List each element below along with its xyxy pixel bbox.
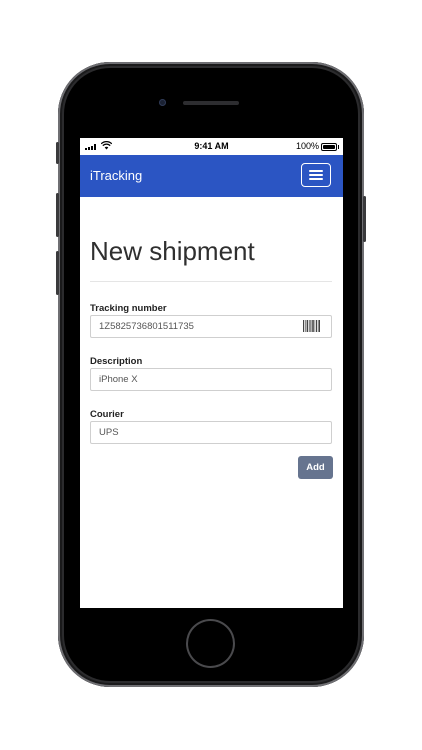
silent-switch xyxy=(56,142,59,164)
earpiece-speaker xyxy=(183,101,239,105)
battery-percentage: 100% xyxy=(295,141,319,151)
title-divider xyxy=(90,281,332,282)
courier-label: Courier xyxy=(90,409,124,420)
description-label: Description xyxy=(90,356,143,367)
volume-down-button xyxy=(56,251,59,295)
app-brand[interactable]: iTracking xyxy=(90,168,142,183)
description-input[interactable] xyxy=(90,368,332,391)
add-button[interactable]: Add xyxy=(298,456,333,479)
app-screen: 9:41 AM 100% iTracking New shipment Trac… xyxy=(80,138,343,608)
home-button[interactable] xyxy=(188,621,233,666)
navbar: iTracking xyxy=(80,155,343,197)
page-title: New shipment xyxy=(90,236,255,266)
power-button xyxy=(363,196,366,242)
volume-up-button xyxy=(56,193,59,237)
hamburger-menu-icon[interactable] xyxy=(301,163,331,187)
front-camera xyxy=(159,99,166,106)
battery-icon xyxy=(321,143,339,151)
tracking-number-label: Tracking number xyxy=(90,303,167,314)
tracking-number-input[interactable] xyxy=(90,315,332,338)
barcode-icon[interactable] xyxy=(303,320,320,332)
status-bar: 9:41 AM 100% xyxy=(80,138,343,155)
courier-input[interactable] xyxy=(90,421,332,444)
